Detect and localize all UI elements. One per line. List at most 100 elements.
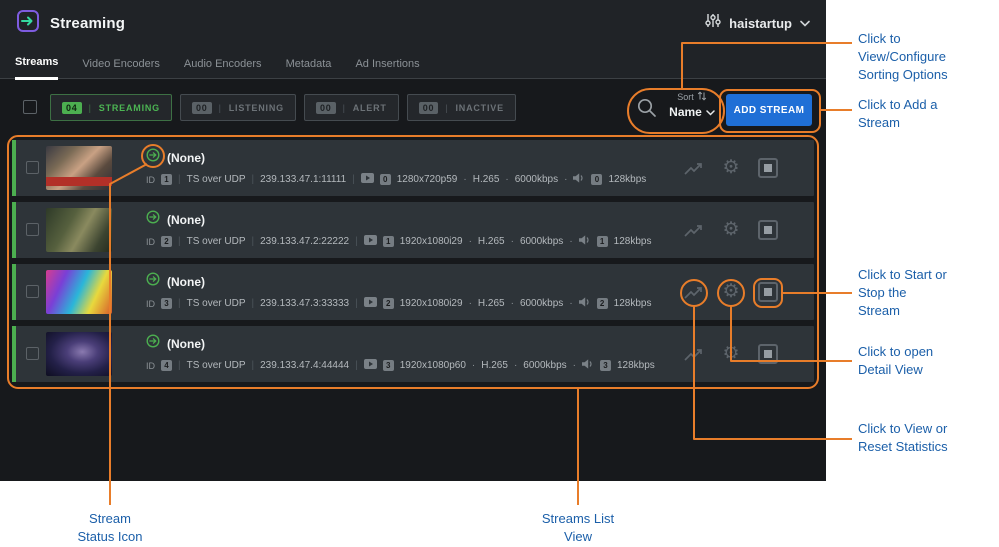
streaming-count-badge: 04: [62, 102, 82, 114]
stop-button[interactable]: [758, 158, 778, 178]
gear-icon[interactable]: [721, 158, 741, 178]
dot-separator: [569, 236, 572, 247]
stream-row[interactable]: (None) ID 3 TS over UDP 239.133.47.3:333…: [12, 264, 814, 320]
filter-separator: [445, 103, 448, 113]
stream-address: 239.133.47.1:11111: [260, 174, 346, 185]
separator: [355, 298, 358, 309]
stream-protocol: TS over UDP: [187, 360, 246, 371]
stop-icon: [758, 220, 778, 240]
audio-icon: [582, 359, 594, 372]
select-all-checkbox[interactable]: [23, 100, 37, 114]
stream-checkbox[interactable]: [26, 161, 39, 174]
annotation-statistics: Click to View or Reset Statistics: [858, 420, 948, 456]
account-menu[interactable]: haistartup: [705, 13, 810, 33]
dot-separator: [511, 236, 514, 247]
separator: [252, 174, 255, 185]
stream-address: 239.133.47.3:33333: [260, 298, 349, 309]
filter-streaming[interactable]: 04 STREAMING: [50, 94, 172, 121]
audio-channel-badge: 1: [597, 236, 608, 247]
account-name: haistartup: [729, 16, 792, 31]
status-filter-group: 04 STREAMING 00 LISTENING 00 ALERT 00: [50, 94, 516, 121]
stream-name: (None): [167, 151, 205, 165]
tab-metadata[interactable]: Metadata: [286, 58, 332, 79]
stream-thumbnail: [46, 270, 112, 314]
stream-resolution: 1920x1080p60: [400, 360, 466, 371]
stream-resolution: 1280x720p59: [397, 174, 458, 185]
stream-bitrate: 6000kbps: [520, 298, 563, 309]
stream-name: (None): [167, 337, 205, 351]
stream-checkbox[interactable]: [26, 285, 39, 298]
id-label: ID: [146, 175, 155, 185]
video-channel-badge: 3: [383, 360, 394, 371]
sort-control[interactable]: Sort Name: [666, 91, 718, 119]
statistics-icon[interactable]: [684, 282, 704, 302]
statistics-icon[interactable]: [684, 344, 704, 364]
add-stream-button[interactable]: ADD STREAM: [726, 94, 812, 126]
tab-streams[interactable]: Streams: [15, 56, 58, 80]
stream-bitrate: 6000kbps: [523, 360, 566, 371]
stream-row[interactable]: (None) ID 2 TS over UDP 239.133.47.2:222…: [12, 202, 814, 258]
stream-protocol: TS over UDP: [187, 298, 246, 309]
filter-listening[interactable]: 00 LISTENING: [180, 94, 296, 121]
filter-inactive[interactable]: 00 INACTIVE: [407, 94, 516, 121]
stream-bitrate: 6000kbps: [515, 174, 558, 185]
gear-icon[interactable]: [721, 344, 741, 364]
stream-codec: H.265: [478, 236, 505, 247]
dot-separator: [564, 174, 567, 185]
stream-meta: ID 2 TS over UDP 239.133.47.2:22222 1 19…: [146, 235, 651, 248]
dot-separator: [463, 174, 466, 185]
separator: [178, 174, 181, 185]
stream-thumbnail: [46, 208, 112, 252]
video-channel-badge: 1: [383, 236, 394, 247]
stream-address: 239.133.47.2:22222: [260, 236, 349, 247]
separator: [252, 298, 255, 309]
page-title: Streaming: [50, 15, 125, 32]
stream-checkbox[interactable]: [26, 223, 39, 236]
tab-ad-insertions[interactable]: Ad Insertions: [355, 58, 419, 79]
streams-list-view: (None) ID 1 TS over UDP 239.133.47.1:111…: [12, 140, 814, 388]
annotation-sorting: Click to View/Configure Sorting Options: [858, 30, 948, 84]
id-label: ID: [146, 299, 155, 309]
settings-sliders-icon: [705, 13, 721, 33]
filter-alert[interactable]: 00 ALERT: [304, 94, 399, 121]
audio-icon: [579, 297, 591, 310]
stream-address: 239.133.47.4:44444: [260, 360, 349, 371]
statistics-icon[interactable]: [684, 158, 704, 178]
audio-icon: [573, 173, 585, 186]
stream-meta: ID 4 TS over UDP 239.133.47.4:44444 3 19…: [146, 359, 655, 372]
separator: [252, 360, 255, 371]
separator: [178, 236, 181, 247]
statistics-icon[interactable]: [684, 220, 704, 240]
stream-row[interactable]: (None) ID 4 TS over UDP 239.133.47.4:444…: [12, 326, 814, 382]
video-icon: [361, 173, 374, 186]
stream-name: (None): [167, 213, 205, 227]
video-icon: [364, 359, 377, 372]
tab-audio-encoders[interactable]: Audio Encoders: [184, 58, 262, 79]
stream-active-indicator: [12, 264, 16, 320]
stop-button[interactable]: [758, 344, 778, 364]
stream-row[interactable]: (None) ID 1 TS over UDP 239.133.47.1:111…: [12, 140, 814, 196]
gear-icon[interactable]: [721, 220, 741, 240]
search-icon[interactable]: [636, 97, 658, 119]
stream-audio-bitrate: 128kbps: [608, 174, 646, 185]
audio-icon: [579, 235, 591, 248]
inactive-count-badge: 00: [419, 102, 439, 114]
listening-label: LISTENING: [229, 103, 284, 113]
gear-icon[interactable]: [721, 282, 741, 302]
stream-thumbnail: [46, 332, 112, 376]
video-channel-badge: 0: [380, 174, 391, 185]
dot-separator: [511, 298, 514, 309]
stop-button[interactable]: [758, 220, 778, 240]
stream-codec: H.265: [473, 174, 500, 185]
stream-checkbox[interactable]: [26, 347, 39, 360]
tab-video-encoders[interactable]: Video Encoders: [82, 58, 159, 79]
audio-channel-badge: 2: [597, 298, 608, 309]
dot-separator: [469, 298, 472, 309]
filter-toolbar: 04 STREAMING 00 LISTENING 00 ALERT 00: [0, 80, 826, 136]
stream-codec: H.265: [478, 298, 505, 309]
stream-thumbnail: [46, 146, 112, 190]
stop-button[interactable]: [758, 282, 778, 302]
app-top-section: Streaming haistartup: [0, 0, 826, 79]
stop-icon: [758, 344, 778, 364]
chevron-down-icon: [706, 105, 715, 119]
